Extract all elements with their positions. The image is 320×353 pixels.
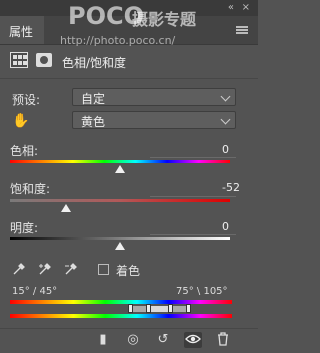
saturation-slider-thumb[interactable] (61, 204, 71, 212)
layer-mask-icon[interactable] (36, 53, 52, 67)
range-thumb-left-outer[interactable] (128, 304, 133, 313)
lightness-slider-track[interactable] (10, 237, 230, 240)
saturation-value[interactable]: -52 (222, 181, 240, 194)
collapse-panels-button[interactable]: « (228, 2, 234, 13)
lightness-slider-thumb[interactable] (115, 242, 125, 250)
targeted-adjustment-hand-icon[interactable]: ✋ (12, 113, 29, 129)
channel-select-value: 黄色 (81, 115, 106, 129)
watermark-url: http://photo.poco.cn/ (60, 34, 176, 47)
hue-range-bar-top (10, 300, 232, 304)
clip-to-layer-icon[interactable]: ▮ (94, 332, 112, 348)
range-left-text: 15° / 45° (12, 286, 58, 297)
tab-properties[interactable]: 属性 (0, 16, 44, 44)
preset-select-value: 自定 (81, 92, 106, 106)
hue-label: 色相: (10, 144, 39, 158)
hue-slider-track[interactable] (10, 160, 230, 163)
eyedropper-icon[interactable] (12, 262, 26, 280)
adjustment-title: 色相/饱和度 (62, 56, 127, 70)
range-thumb-left-inner[interactable] (146, 304, 151, 313)
chevron-down-icon (220, 91, 231, 102)
hue-value[interactable]: 0 (222, 143, 229, 156)
range-thumb-right-outer[interactable] (186, 304, 191, 313)
divider (0, 78, 258, 79)
lightness-label: 明度: (10, 221, 39, 235)
watermark-name: 摄影专题 (132, 10, 197, 29)
tab-properties-label: 属性 (9, 25, 34, 39)
adjustment-layer-icon (10, 52, 28, 68)
reset-icon[interactable]: ↺ (154, 332, 172, 348)
eyedropper-add-icon[interactable] (38, 262, 54, 280)
range-right-text: 75° \ 105° (176, 286, 228, 297)
view-previous-state-icon[interactable]: ◎ (124, 332, 142, 348)
eyedropper-subtract-icon[interactable] (64, 262, 80, 280)
panel-menu-icon[interactable] (236, 26, 248, 34)
chevron-down-icon (220, 114, 231, 125)
saturation-slider-track[interactable] (10, 199, 230, 202)
colorize-checkbox[interactable] (98, 264, 109, 275)
channel-select[interactable]: 黄色 (72, 111, 236, 129)
saturation-value-underline (150, 196, 236, 197)
lightness-value[interactable]: 0 (222, 220, 229, 233)
lightness-value-underline (150, 234, 236, 235)
range-thumb-right-inner[interactable] (168, 304, 173, 313)
visibility-icon[interactable] (184, 332, 202, 348)
preset-select[interactable]: 自定 (72, 88, 236, 106)
hue-value-underline (150, 157, 236, 158)
delete-icon[interactable] (214, 332, 232, 348)
hue-slider-thumb[interactable] (115, 165, 125, 173)
saturation-label: 饱和度: (10, 182, 51, 196)
close-panel-button[interactable]: × (242, 2, 250, 13)
colorize-label: 着色 (116, 264, 141, 278)
preset-label: 预设: (12, 93, 41, 107)
hue-range-bar-bottom (10, 314, 232, 318)
